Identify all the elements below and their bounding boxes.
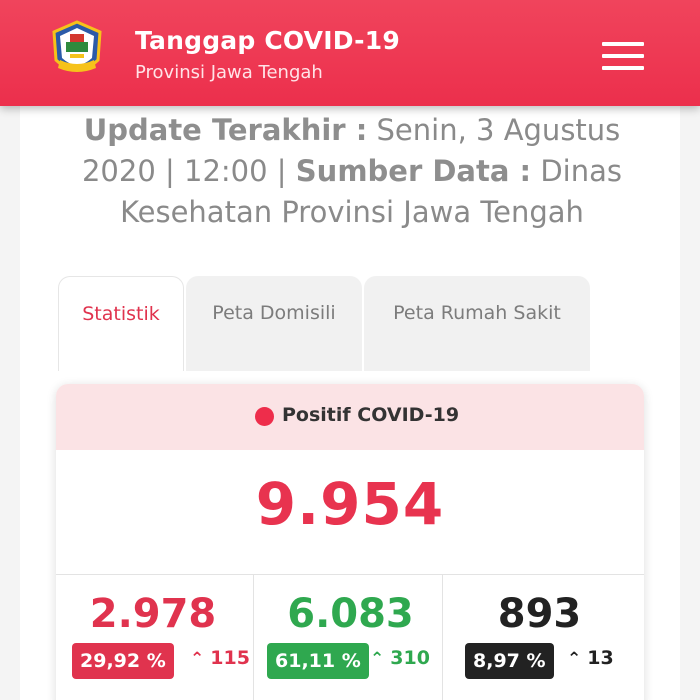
delta-value: 310 [390, 647, 430, 669]
positive-stats-card: Positif COVID-19 9.954 2.978 29,92 % ⌃ 11… [56, 384, 644, 700]
total-positive: 9.954 [255, 470, 445, 538]
app-subtitle: Provinsi Jawa Tengah [135, 62, 323, 83]
delta-indicator: ⌃ 115 [190, 647, 250, 669]
update-label: Update Terakhir : [83, 113, 368, 147]
tab-bar: Statistik Peta Domisili Peta Rumah Sakit [58, 276, 598, 371]
stat-column-meninggal: 893 8,97 % ⌃ 13 [442, 575, 636, 700]
double-chevron-up-icon: ⌃ [190, 649, 205, 669]
jawa-tengah-emblem-icon[interactable] [48, 20, 106, 82]
percent-badge: 8,97 % [465, 643, 554, 679]
hamburger-menu-icon[interactable] [600, 40, 646, 72]
tab-peta-rumah-sakit[interactable]: Peta Rumah Sakit [364, 276, 590, 371]
stats-header: Positif COVID-19 [56, 384, 644, 450]
stat-value: 6.083 [287, 591, 414, 637]
percent-badge: 61,11 % [267, 643, 369, 679]
tab-statistik[interactable]: Statistik [58, 276, 184, 371]
double-chevron-up-icon: ⌃ [567, 649, 582, 669]
stat-value: 2.978 [89, 591, 217, 637]
stat-column-sembuh: 6.083 61,11 % ⌃ 310 [253, 575, 447, 700]
delta-indicator: ⌃ 13 [567, 647, 614, 669]
status-dot-icon [255, 407, 274, 426]
app-title: Tanggap COVID-19 [135, 26, 400, 55]
main-content: Update Terakhir : Senin, 3 Agustus 2020 … [20, 106, 680, 700]
stat-column-dirawat: 2.978 29,92 % ⌃ 115 [56, 575, 250, 700]
stats-title: Positif COVID-19 [282, 404, 460, 426]
delta-value: 115 [210, 647, 250, 669]
delta-indicator: ⌃ 310 [370, 647, 430, 669]
percent-badge: 29,92 % [72, 643, 174, 679]
update-info: Update Terakhir : Senin, 3 Agustus 2020 … [50, 110, 654, 233]
stat-value: 893 [497, 591, 582, 637]
double-chevron-up-icon: ⌃ [370, 649, 385, 669]
source-label: Sumber Data : [295, 154, 532, 188]
delta-value: 13 [587, 647, 614, 669]
tab-peta-domisili[interactable]: Peta Domisili [186, 276, 362, 371]
app-header: Tanggap COVID-19 Provinsi Jawa Tengah [0, 0, 700, 106]
